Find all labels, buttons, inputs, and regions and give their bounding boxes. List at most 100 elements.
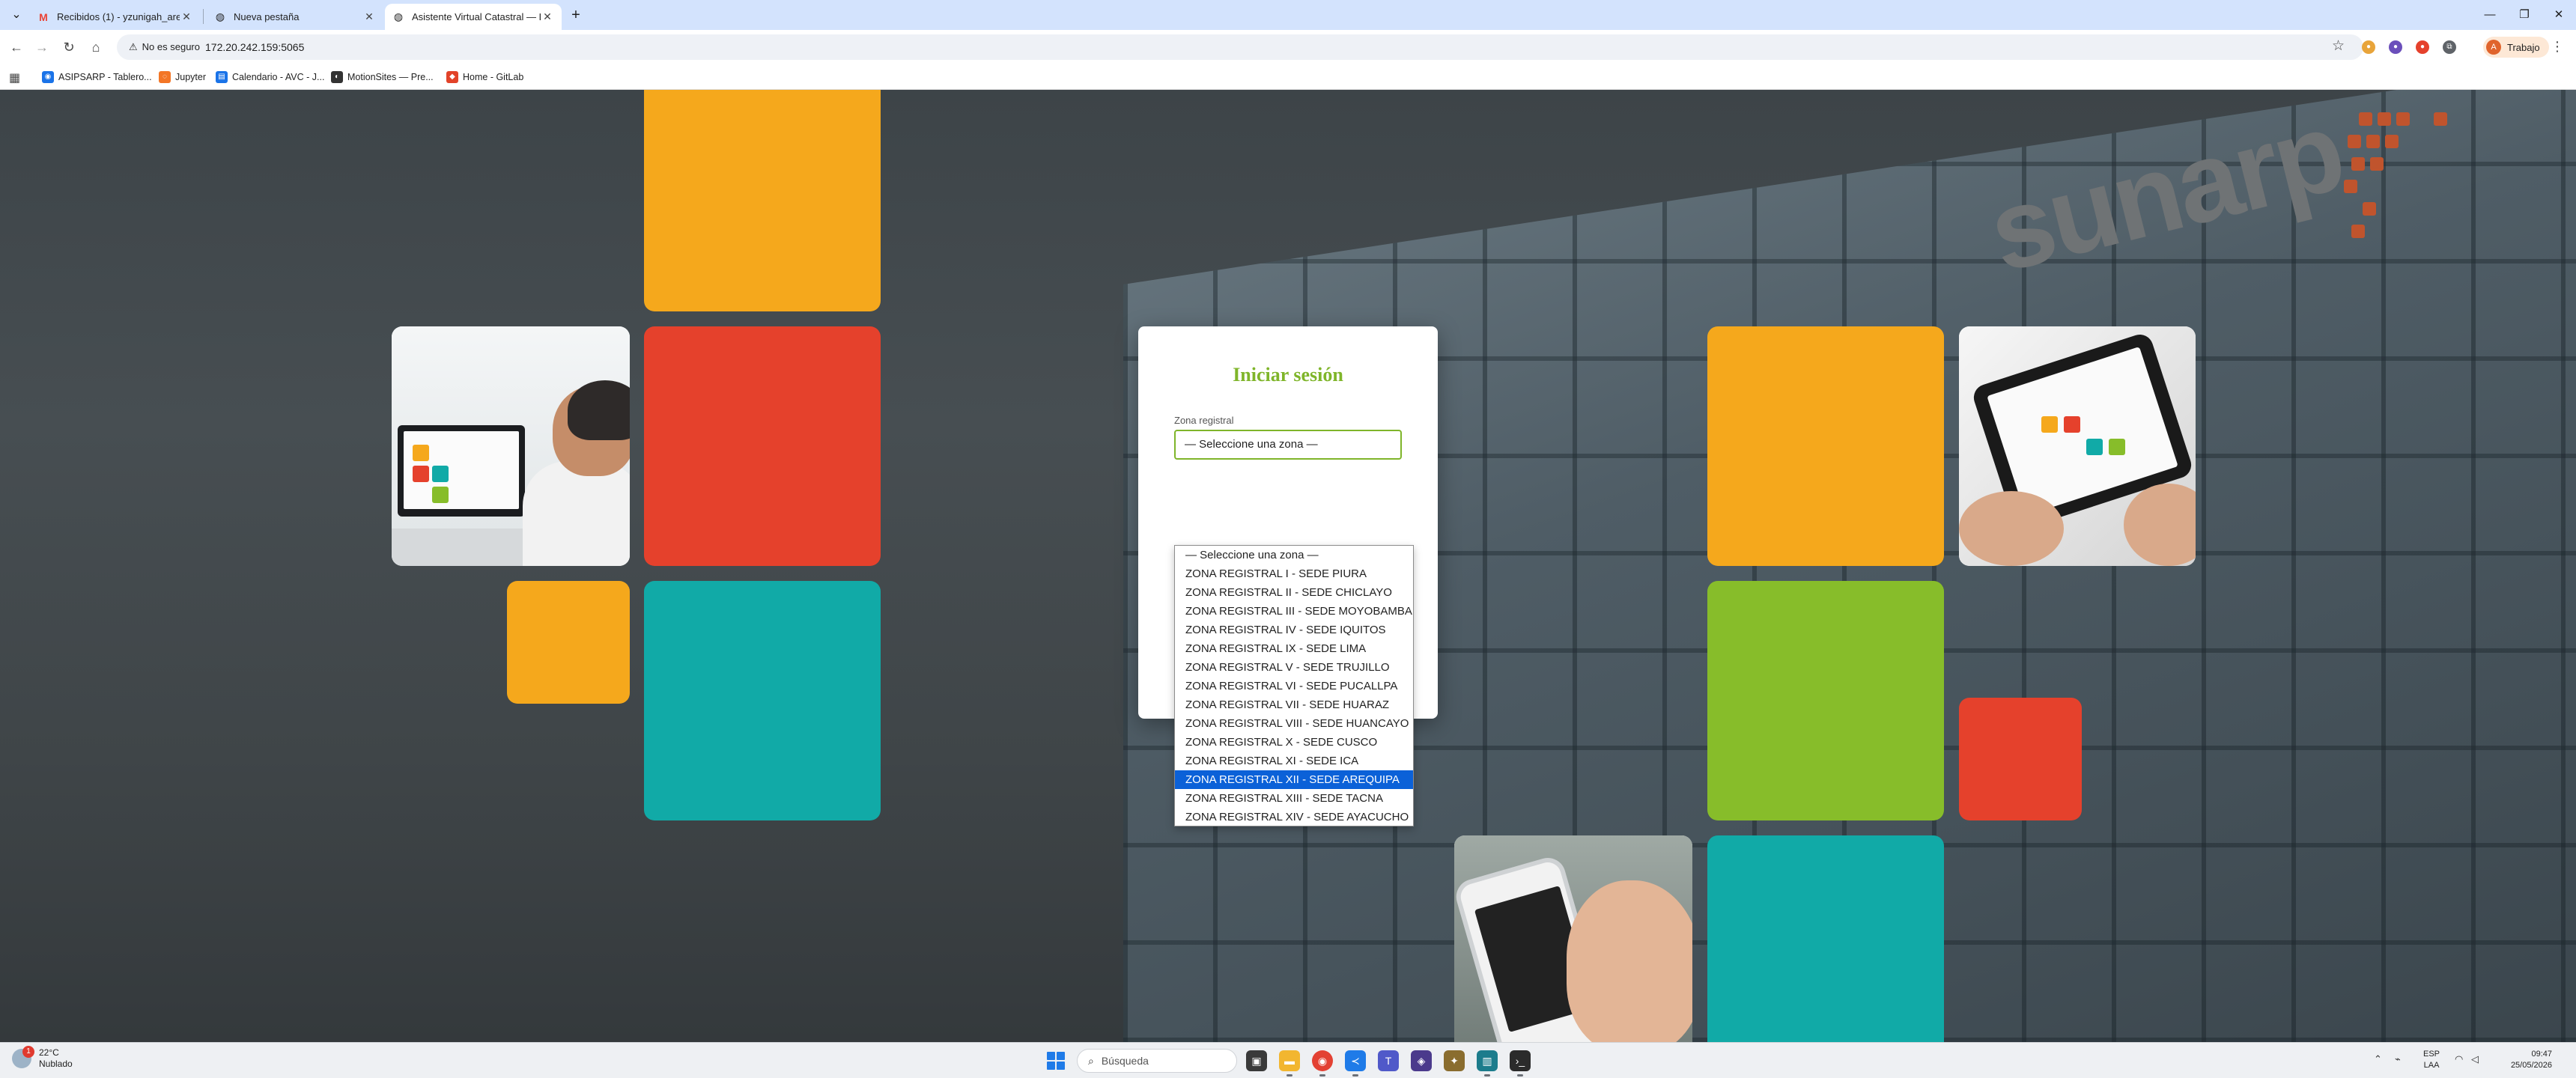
back-icon[interactable]: ←: [4, 37, 28, 58]
chrome-icon[interactable]: ◉: [1312, 1050, 1333, 1071]
close-icon[interactable]: ✕: [362, 10, 376, 23]
zona-option[interactable]: ZONA REGISTRAL XIV - SEDE AYACUCHO: [1175, 808, 1413, 826]
clock-date: 25/05/2026: [2510, 1061, 2552, 1070]
bookmark-item[interactable]: ◆ Home - GitLab: [446, 64, 523, 90]
file-explorer-icon[interactable]: ▬: [1279, 1050, 1300, 1071]
extension-icon[interactable]: ●: [2416, 40, 2429, 54]
profile-button[interactable]: A Trabajo: [2483, 37, 2549, 58]
app-icon[interactable]: ✦: [1444, 1050, 1465, 1071]
zona-option[interactable]: ZONA REGISTRAL XIII - SEDE TACNA: [1175, 789, 1413, 808]
wifi-icon[interactable]: ◠: [2455, 1053, 2463, 1065]
url-text[interactable]: 172.20.242.159:5065: [205, 34, 304, 60]
cloud-icon: 1: [12, 1046, 34, 1068]
zona-option[interactable]: — Seleccione una zona —: [1175, 546, 1413, 564]
zona-option[interactable]: ZONA REGISTRAL VIII - SEDE HUANCAYO: [1175, 714, 1413, 733]
terminal-icon[interactable]: ›_: [1510, 1050, 1531, 1071]
close-icon[interactable]: ✕: [180, 10, 193, 23]
calendar-icon: ▤: [216, 71, 228, 83]
jupyter-icon: ◌: [159, 71, 171, 83]
zona-option[interactable]: ZONA REGISTRAL VII - SEDE HUARAZ: [1175, 695, 1413, 714]
zona-registral-dropdown[interactable]: — Seleccione una zona — ZONA REGISTRAL I …: [1174, 545, 1414, 826]
close-icon[interactable]: ✕: [541, 10, 554, 23]
reload-icon[interactable]: ↻: [57, 37, 81, 58]
taskbar-search[interactable]: ⌕ Búsqueda: [1077, 1049, 1237, 1073]
orange-small-tile: [507, 581, 630, 704]
zona-option[interactable]: ZONA REGISTRAL VI - SEDE PUCALLPA: [1175, 677, 1413, 695]
bookmark-label: Jupyter: [175, 72, 206, 82]
language-primary: ESP: [2423, 1050, 2440, 1059]
tab-label: Nueva pestaña: [234, 11, 300, 22]
globe-icon: ◍: [215, 10, 225, 22]
address-bar[interactable]: ⚠ No es seguro 172.20.242.159:5065 ☆: [117, 34, 2363, 60]
extension-icon[interactable]: ●: [2389, 40, 2402, 54]
bookmark-item[interactable]: ◌ Jupyter: [159, 64, 206, 90]
weather-condition: Nublado: [39, 1059, 73, 1069]
tab-divider: [203, 9, 204, 24]
maximize-icon[interactable]: ❐: [2507, 4, 2542, 25]
bookmark-item[interactable]: ▤ Calendario - AVC - J...: [216, 64, 324, 90]
zona-option[interactable]: ZONA REGISTRAL XII - SEDE AREQUIPA: [1175, 770, 1413, 789]
extension-icon[interactable]: ●: [2362, 40, 2375, 54]
new-tab-button[interactable]: +: [565, 6, 586, 25]
weather-widget[interactable]: 1 22°C Nublado: [12, 1046, 73, 1070]
security-chip[interactable]: ⚠ No es seguro: [123, 38, 206, 56]
running-indicator: [1484, 1074, 1490, 1077]
forward-icon[interactable]: →: [30, 37, 54, 58]
clock[interactable]: 09:47 25/05/2026: [2498, 1049, 2552, 1071]
search-icon: ⌕: [1088, 1054, 1094, 1067]
zona-option[interactable]: ZONA REGISTRAL I - SEDE PIURA: [1175, 564, 1413, 583]
tab-label: Recibidos (1) - yzunigah_arequ...: [57, 11, 180, 22]
zona-option[interactable]: ZONA REGISTRAL XI - SEDE ICA: [1175, 752, 1413, 770]
teal-tile: [644, 581, 881, 820]
motionsites-icon: ◐: [331, 71, 343, 83]
tab-search-icon[interactable]: ⌄: [6, 6, 27, 24]
zona-option[interactable]: ZONA REGISTRAL X - SEDE CUSCO: [1175, 733, 1413, 752]
bookmark-label: Home - GitLab: [463, 72, 524, 82]
extensions-puzzle-icon[interactable]: ⧉: [2443, 40, 2456, 54]
taskbar: 1 22°C Nublado ⌕ Búsqueda ▣ ▬ ◉ ≺ T ◈ ✦ …: [0, 1042, 2576, 1078]
bookmark-star-icon[interactable]: ☆: [2332, 37, 2345, 55]
bookmark-item[interactable]: ◉ ASIPSARP - Tablero...: [42, 64, 152, 90]
app-icon[interactable]: ▥: [1477, 1050, 1498, 1071]
warning-icon: ⚠: [129, 41, 138, 52]
task-view-icon[interactable]: ▣: [1246, 1050, 1267, 1071]
bookmarks-bar: ▦ ◉ ASIPSARP - Tablero... ◌ Jupyter ▤ Ca…: [0, 64, 2576, 90]
zona-option[interactable]: ZONA REGISTRAL V - SEDE TRUJILLO: [1175, 658, 1413, 677]
app-icon[interactable]: ◈: [1411, 1050, 1432, 1071]
orange-tile: [1707, 326, 1944, 566]
teams-icon[interactable]: T: [1378, 1050, 1399, 1071]
browser-tabstrip: ⌄ M Recibidos (1) - yzunigah_arequ... ✕ …: [0, 0, 2576, 30]
gitlab-icon: ◆: [446, 71, 458, 83]
minimize-icon[interactable]: —: [2473, 4, 2507, 25]
home-icon[interactable]: ⌂: [84, 37, 108, 58]
zona-option[interactable]: ZONA REGISTRAL IX - SEDE LIMA: [1175, 639, 1413, 658]
menu-icon[interactable]: ⋮: [2551, 39, 2564, 55]
tab-gmail[interactable]: M Recibidos (1) - yzunigah_arequ... ✕: [30, 4, 201, 30]
windows-start-icon[interactable]: [1047, 1052, 1065, 1070]
zona-option[interactable]: ZONA REGISTRAL III - SEDE MOYOBAMBA: [1175, 602, 1413, 621]
bookmark-label: Calendario - AVC - J...: [232, 72, 325, 82]
network-icon[interactable]: ⌁: [2395, 1053, 2401, 1065]
vscode-icon[interactable]: ≺: [1345, 1050, 1366, 1071]
zona-registral-select[interactable]: — Seleccione una zona —: [1174, 430, 1402, 460]
tab-asistente-virtual[interactable]: ◍ Asistente Virtual Catastral — I... ✕: [385, 4, 562, 30]
tab-nueva-pestana[interactable]: ◍ Nueva pestaña ✕: [207, 4, 383, 30]
red-small-tile: [1959, 698, 2082, 820]
zona-registral-label: Zona registral: [1174, 415, 1234, 426]
teal-tile: [1707, 835, 1944, 1042]
login-title: Iniciar sesión: [1233, 364, 1343, 386]
zona-option[interactable]: ZONA REGISTRAL II - SEDE CHICLAYO: [1175, 583, 1413, 602]
close-window-icon[interactable]: ✕: [2542, 4, 2576, 25]
language-indicator[interactable]: ESP LAA: [2423, 1049, 2440, 1071]
security-label: No es seguro: [142, 41, 200, 52]
volume-icon[interactable]: ◁: [2471, 1053, 2479, 1065]
running-indicator: [1319, 1074, 1325, 1077]
zona-option[interactable]: ZONA REGISTRAL IV - SEDE IQUITOS: [1175, 621, 1413, 639]
bookmark-item[interactable]: ◐ MotionSites — Pre...: [331, 64, 434, 90]
chevron-up-icon[interactable]: ⌃: [2374, 1053, 2382, 1065]
browser-toolbar: ← → ↻ ⌂ ⚠ No es seguro 172.20.242.159:50…: [0, 30, 2576, 64]
login-page: sunarp Iniciar sesión Zona registral — S…: [0, 90, 2576, 1042]
apps-grid-icon[interactable]: ▦: [9, 70, 20, 85]
running-indicator: [1287, 1074, 1292, 1077]
language-secondary: LAA: [2423, 1061, 2440, 1070]
